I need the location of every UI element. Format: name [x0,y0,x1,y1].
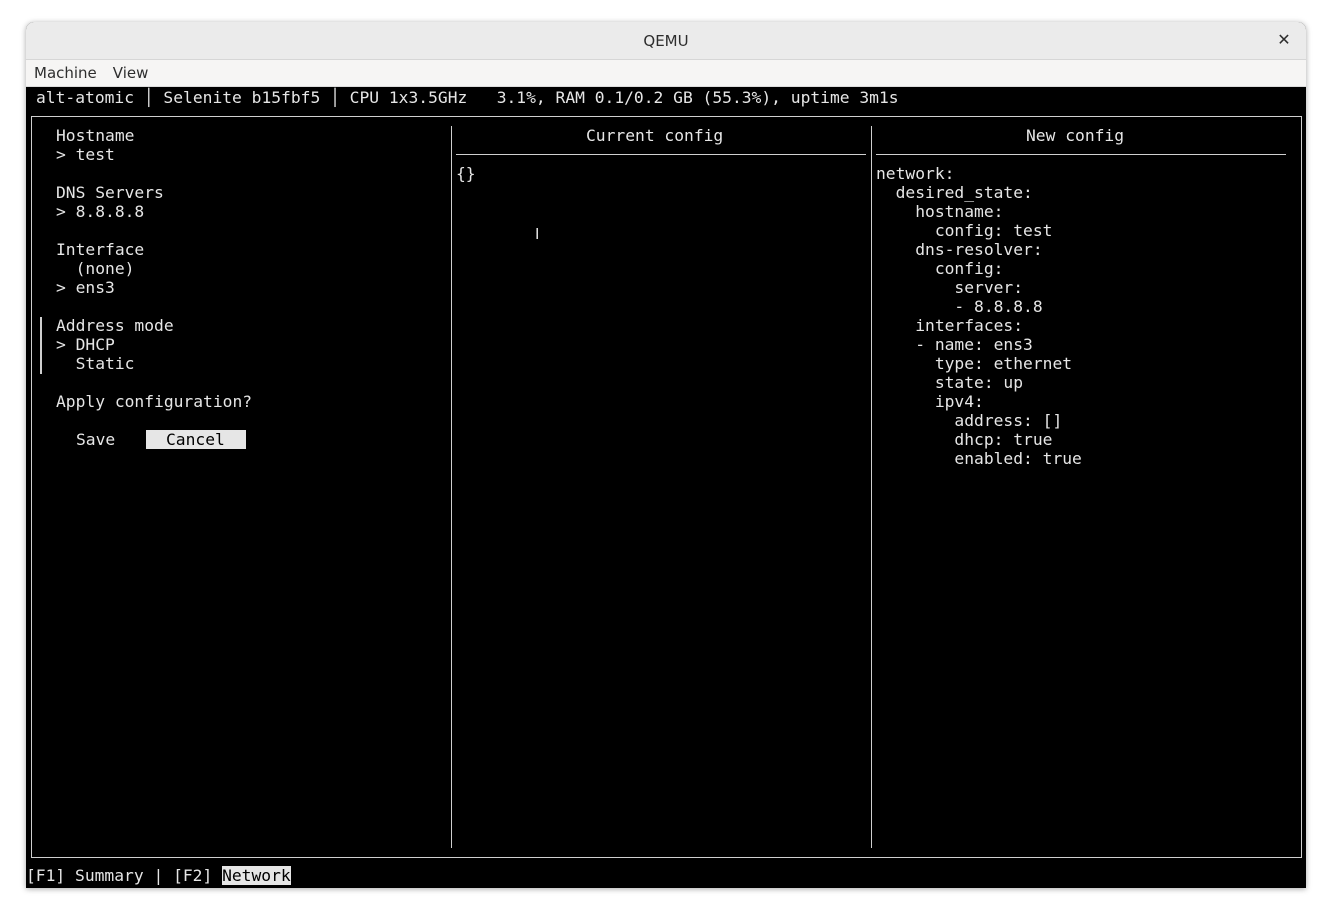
config-line: address: [] [876,411,1063,430]
config-line: dhcp: true [876,430,1053,449]
footer-tab-network[interactable]: Network [222,866,291,885]
footer-tab-summary[interactable]: [F1] Summary [26,866,144,885]
current-config-underline [456,154,866,155]
config-line: interfaces: [876,316,1024,335]
hostname-label: Hostname [56,126,135,145]
address-mode-label: Address mode [56,316,174,335]
qemu-window: QEMU ✕ Machine View alt-atomic │ Selenit… [26,22,1306,888]
new-config-underline [876,154,1286,155]
text-cursor-icon: I [535,225,540,243]
config-line: enabled: true [876,449,1082,468]
address-mode-dhcp[interactable]: > DHCP [56,335,115,354]
main-frame [31,116,1302,858]
column-divider [871,126,872,848]
window-title: QEMU [643,31,689,50]
menubar: Machine View [26,60,1306,87]
system-status-bar: alt-atomic │ Selenite b15fbf5 │ CPU 1x3.… [36,88,899,107]
config-line: hostname: [876,202,1004,221]
dns-servers-label: DNS Servers [56,183,164,202]
config-line: server: [876,278,1024,297]
interface-label: Interface [56,240,145,259]
current-config-content: {} [456,164,476,183]
save-button[interactable]: Save [76,430,115,449]
cancel-button-label: Cancel [166,430,225,449]
current-config-header: Current config [586,126,724,145]
focus-indicator [40,317,42,374]
cancel-button[interactable]: Cancel [146,430,246,449]
config-line: - 8.8.8.8 [876,297,1043,316]
column-divider [451,126,452,848]
config-line: config: [876,259,1004,278]
config-line: desired_state: [876,183,1033,202]
apply-config-prompt: Apply configuration? [56,392,253,411]
close-icon[interactable]: ✕ [1274,30,1294,50]
footer-separator: | [143,866,174,885]
config-line: state: up [876,373,1024,392]
hostname-field[interactable]: > test [56,145,115,164]
interface-option-ens3[interactable]: > ens3 [56,278,115,297]
new-config-header: New config [1026,126,1125,145]
menu-machine[interactable]: Machine [26,64,105,82]
config-line: dns-resolver: [876,240,1043,259]
footer-bar: [F1] Summary | [F2] Network [26,866,291,885]
config-line: ipv4: [876,392,984,411]
titlebar: QEMU ✕ [26,22,1306,60]
menu-view[interactable]: View [105,64,157,82]
address-mode-static[interactable]: Static [56,354,135,373]
config-line: network: [876,164,955,183]
interface-option-none[interactable]: (none) [56,259,135,278]
config-line: config: test [876,221,1053,240]
terminal-screen[interactable]: alt-atomic │ Selenite b15fbf5 │ CPU 1x3.… [26,87,1306,888]
footer-f2-key: [F2] [173,866,223,885]
config-line: type: ethernet [876,354,1073,373]
dns-servers-field[interactable]: > 8.8.8.8 [56,202,144,221]
config-line: - name: ens3 [876,335,1033,354]
